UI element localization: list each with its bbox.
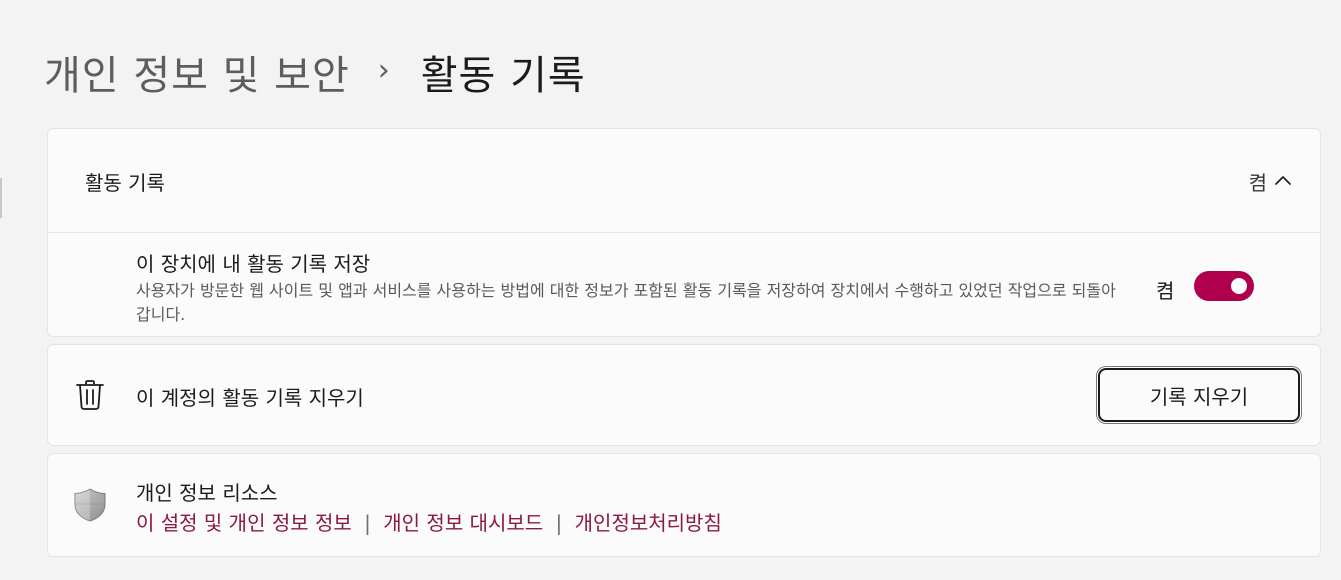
privacy-dashboard-link[interactable]: 개인 정보 대시보드 [383, 511, 543, 535]
breadcrumb: 개인 정보 및 보안 › 활동 기록 [44, 40, 586, 104]
chevron-up-icon[interactable] [1272, 169, 1294, 191]
store-activity-setting: 이 장치에 내 활동 기록 저장 사용자가 방문한 웹 사이트 및 앱과 서비스… [48, 233, 1320, 337]
clear-history-label: 이 계정의 활동 기록 지우기 [136, 386, 364, 410]
trash-icon [76, 380, 104, 410]
link-separator: | [364, 511, 371, 535]
toggle-status-label: 켬 [1156, 279, 1175, 303]
shield-icon [74, 488, 106, 522]
activity-history-header-status: 켬 [1248, 171, 1267, 195]
privacy-resources-card: 개인 정보 리소스 이 설정 및 개인 정보 정보 | 개인 정보 대시보드 |… [47, 453, 1321, 557]
privacy-resources-links: 이 설정 및 개인 정보 정보 | 개인 정보 대시보드 | 개인정보처리방침 [136, 507, 722, 536]
privacy-resources-title: 개인 정보 리소스 [136, 481, 278, 505]
link-separator: | [555, 511, 563, 535]
clear-history-card: 이 계정의 활동 기록 지우기 기록 지우기 [47, 344, 1321, 446]
clear-history-button[interactable]: 기록 지우기 [1098, 368, 1300, 422]
store-activity-title: 이 장치에 내 활동 기록 저장 [136, 252, 371, 276]
store-activity-toggle[interactable] [1194, 271, 1254, 301]
activity-history-header-title: 활동 기록 [85, 171, 165, 195]
activity-history-card: 활동 기록 켬 이 장치에 내 활동 기록 저장 사용자가 방문한 웹 사이트 … [47, 128, 1321, 337]
activity-history-header[interactable]: 활동 기록 켬 [48, 129, 1320, 233]
store-activity-description: 사용자가 방문한 웹 사이트 및 앱과 서비스를 사용하는 방법에 대한 정보가… [136, 281, 1116, 324]
window-edge-indicator [0, 178, 2, 218]
breadcrumb-separator-icon: › [377, 52, 391, 88]
breadcrumb-parent[interactable]: 개인 정보 및 보안 [44, 43, 350, 101]
privacy-policy-link[interactable]: 개인정보처리방침 [575, 511, 722, 535]
toggle-knob [1231, 278, 1247, 294]
page-title: 활동 기록 [420, 53, 586, 99]
privacy-settings-info-link[interactable]: 이 설정 및 개인 정보 정보 [136, 511, 352, 535]
